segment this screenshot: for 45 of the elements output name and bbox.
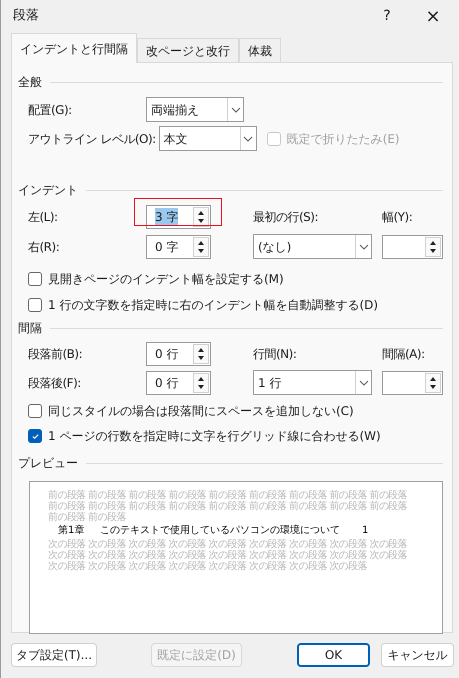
preview-text: 次の段落 次の段落 次の段落 次の段落 次の段落 次の段落 次の段落 次の段落 次の段落 — [48, 539, 408, 550]
section-heading: 間隔 — [18, 320, 42, 337]
dropdown[interactable]: 本文 — [158, 126, 257, 151]
field-label: 段落後(F): — [28, 374, 82, 392]
checkbox-label: 1 行の文字数を指定時に右のインデント幅を自動調整する(D) — [48, 297, 378, 314]
checkbox-label: 既定で折りたたみ(E) — [286, 130, 400, 148]
spin-field[interactable]: 3 字 — [146, 205, 211, 229]
tab[interactable]: 改ページと改行 — [137, 38, 239, 62]
section-heading: プレビュー — [18, 455, 78, 472]
field-label: アウトライン レベル(O): — [28, 130, 157, 148]
dialog-button[interactable]: OK — [297, 643, 370, 667]
dropdown[interactable]: 両端揃え — [146, 97, 244, 122]
spin-field[interactable]: 0 行 — [146, 370, 211, 394]
field-label: 間隔(A): — [382, 346, 426, 363]
dialog-button[interactable]: タブ設定(T)... — [11, 643, 97, 667]
checkbox-label: 1 ページの行数を指定時に文字を行グリッド線に合わせる(W) — [48, 428, 381, 445]
field-label: 配置(G): — [28, 102, 73, 118]
tab[interactable]: インデントと行間隔 — [11, 33, 137, 63]
preview-text: 次の段落 次の段落 次の段落 次の段落 次の段落 次の段落 次の段落 次の段落 — [48, 561, 368, 572]
preview-text: このテキストで使用しているパソコンの環境について — [100, 525, 340, 537]
field-label: 行間(N): — [253, 346, 298, 363]
help-button[interactable]: ? — [377, 6, 397, 26]
preview-text: 第1章 — [58, 525, 86, 537]
preview-text: 次の段落 次の段落 次の段落 次の段落 次の段落 次の段落 次の段落 次の段落 次の段落 — [48, 550, 408, 561]
preview-text: 前の段落 前の段落 — [48, 512, 127, 523]
checkbox-label: 見開きページのインデント幅を設定する(M) — [48, 271, 284, 288]
field-label: 最初の行(S): — [253, 209, 320, 226]
dropdown[interactable]: (なし) — [253, 234, 372, 259]
section-heading: 全般 — [18, 74, 42, 91]
field-label: 左(L): — [28, 209, 59, 226]
tab[interactable]: 体裁 — [239, 38, 281, 62]
preview-text: 前の段落 前の段落 前の段落 前の段落 前の段落 前の段落 前の段落 前の段落 前の段落 — [48, 501, 408, 512]
spin-field[interactable]: 0 字 — [146, 234, 211, 258]
dropdown[interactable]: 1 行 — [253, 370, 372, 395]
window-title: 段落 — [13, 7, 39, 26]
field-label: 段落前(B): — [28, 346, 84, 363]
field-label: 右(R): — [28, 238, 60, 256]
spin-field[interactable]: 0 行 — [146, 342, 211, 366]
dialog-button[interactable]: キャンセル — [381, 643, 454, 667]
preview-text: 前の段落 前の段落 前の段落 前の段落 前の段落 前の段落 前の段落 前の段落 前の段落 — [48, 490, 408, 501]
field-label: 幅(Y): — [382, 209, 414, 226]
checkbox-label: 同じスタイルの場合は段落間にスペースを追加しない(C) — [48, 403, 354, 420]
section-heading: インデント — [18, 182, 78, 199]
close-button[interactable]: × — [421, 2, 445, 30]
preview-text: 1 — [362, 525, 368, 537]
